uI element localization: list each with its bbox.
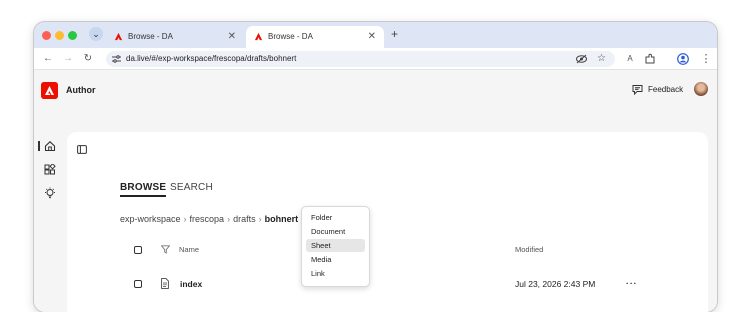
rail-active-indicator bbox=[38, 141, 40, 151]
add-new-menu: Folder Document Sheet Media Link bbox=[301, 206, 370, 287]
tab-browse[interactable]: BROWSE bbox=[120, 181, 167, 197]
apps-grid-icon[interactable] bbox=[44, 164, 56, 176]
bookmark-star-icon[interactable]: ☆ bbox=[597, 51, 606, 67]
eye-off-icon[interactable] bbox=[576, 54, 587, 64]
browse-panel: BROWSE SEARCH exp-workspace › frescopa › dra… bbox=[67, 132, 708, 312]
tab-search-chevron-icon[interactable]: ⌄ bbox=[89, 27, 103, 41]
breadcrumb-separator: › bbox=[258, 214, 262, 224]
menu-item-media[interactable]: Media bbox=[306, 253, 365, 266]
browser-toolbar: ← → ↻ da.live/#/exp-workspace/frescopa/d… bbox=[34, 48, 717, 70]
breadcrumb: exp-workspace › frescopa › drafts › bohnert bbox=[120, 212, 298, 226]
tab-browse-2[interactable]: Browse - DA ✕ bbox=[246, 26, 384, 48]
app-page: Author Feedback BROWSE SEARCH exp-worksp… bbox=[34, 70, 717, 312]
breadcrumb-separator: › bbox=[183, 214, 187, 224]
menu-item-link[interactable]: Link bbox=[306, 267, 365, 280]
breadcrumb-item-drafts[interactable]: drafts bbox=[233, 212, 256, 226]
breadcrumb-item-frescopa[interactable]: frescopa bbox=[190, 212, 225, 226]
minimize-window-button[interactable] bbox=[55, 31, 64, 40]
filter-funnel-icon[interactable] bbox=[161, 245, 170, 254]
extensions-puzzle-icon[interactable] bbox=[644, 53, 656, 65]
feedback-chat-icon bbox=[632, 85, 643, 95]
back-arrow-icon[interactable]: ← bbox=[40, 51, 56, 67]
profile-a-icon[interactable]: A bbox=[622, 51, 638, 67]
row-name-link[interactable]: index bbox=[180, 278, 202, 290]
tab-title: Browse - DA bbox=[268, 32, 313, 41]
menu-item-document[interactable]: Document bbox=[306, 225, 365, 238]
browser-menu-kebab-icon[interactable]: ⋮ bbox=[698, 51, 714, 67]
menu-item-folder[interactable]: Folder bbox=[306, 211, 365, 224]
close-tab-icon[interactable]: ✕ bbox=[368, 26, 376, 48]
lightbulb-icon[interactable] bbox=[44, 187, 56, 199]
site-settings-icon[interactable] bbox=[112, 55, 121, 63]
home-icon[interactable] bbox=[44, 140, 56, 152]
menu-item-sheet[interactable]: Sheet bbox=[306, 239, 365, 252]
column-header-name[interactable]: Name bbox=[179, 245, 199, 255]
browser-window: ⌄ Browse - DA ✕ Browse - DA ✕ + ← → ↻ da… bbox=[34, 22, 717, 312]
tab-title: Browse - DA bbox=[128, 32, 173, 41]
account-circle-icon[interactable] bbox=[677, 53, 689, 65]
url-text: da.live/#/exp-workspace/frescopa/drafts/… bbox=[126, 54, 297, 63]
app-title: Author bbox=[66, 85, 96, 95]
breadcrumb-item-exp-workspace[interactable]: exp-workspace bbox=[120, 212, 181, 226]
close-tab-icon[interactable]: ✕ bbox=[228, 26, 236, 48]
row-modified-date: Jul 23, 2026 2:43 PM bbox=[515, 279, 596, 289]
feedback-button[interactable]: Feedback bbox=[632, 84, 683, 96]
breadcrumb-separator: › bbox=[227, 214, 231, 224]
address-bar[interactable]: da.live/#/exp-workspace/frescopa/drafts/… bbox=[106, 51, 615, 67]
breadcrumb-current: bohnert bbox=[264, 214, 299, 224]
tab-strip: ⌄ Browse - DA ✕ Browse - DA ✕ + bbox=[34, 22, 717, 48]
column-header-modified[interactable]: Modified bbox=[515, 245, 543, 255]
adobe-favicon-icon bbox=[254, 32, 263, 41]
row-checkbox[interactable] bbox=[134, 280, 142, 288]
row-more-actions-icon[interactable]: ··· bbox=[626, 277, 638, 289]
select-all-checkbox[interactable] bbox=[134, 246, 142, 254]
new-tab-plus-icon[interactable]: + bbox=[391, 26, 398, 42]
reload-icon[interactable]: ↻ bbox=[80, 51, 96, 67]
adobe-favicon-icon bbox=[114, 32, 123, 41]
user-avatar[interactable] bbox=[694, 82, 708, 96]
sidebar-toggle-icon[interactable] bbox=[77, 145, 87, 154]
feedback-label: Feedback bbox=[648, 85, 684, 94]
document-icon bbox=[161, 278, 169, 289]
tab-search[interactable]: SEARCH bbox=[170, 181, 213, 195]
tab-browse-1[interactable]: Browse - DA ✕ bbox=[106, 26, 244, 48]
forward-arrow-icon[interactable]: → bbox=[60, 51, 76, 67]
close-window-button[interactable] bbox=[42, 31, 51, 40]
maximize-window-button[interactable] bbox=[68, 31, 77, 40]
adobe-logo-icon[interactable] bbox=[41, 82, 58, 99]
